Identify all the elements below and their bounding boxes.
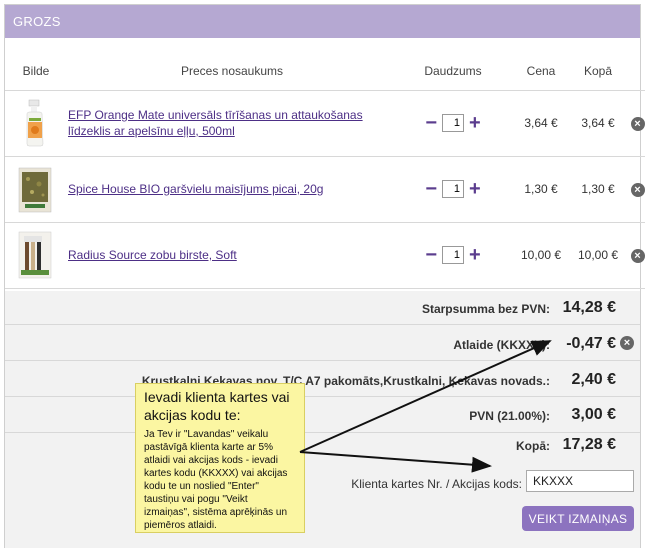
cleaning-spray-bottle-image[interactable] <box>17 98 53 148</box>
vat-row: PVN (21.00%): 3,00 € <box>5 397 640 433</box>
callout-body: Ja Tev ir "Lavandas" veikalu pastāvīgā k… <box>144 429 288 531</box>
column-header-total: Kopā <box>573 53 623 91</box>
column-header-name: Preces nosaukums <box>67 53 397 91</box>
quantity-stepper: − + <box>398 113 508 133</box>
decrease-quantity-button[interactable]: − <box>425 113 437 133</box>
quantity-stepper: − + <box>398 245 508 265</box>
remove-item-icon[interactable]: × <box>630 248 645 263</box>
subtotal-row: Starpsumma bez PVN: 14,28 € <box>5 291 640 325</box>
discount-row: Atlaide (KKXXX): -0,47 € × <box>5 325 640 361</box>
cart-panel: GROZS Bilde Preces nosaukums Daudzums Ce… <box>4 4 645 548</box>
remove-cell: × <box>623 222 645 289</box>
column-header-quantity: Daudzums <box>397 53 509 91</box>
total-label: Kopā: <box>516 439 550 453</box>
apply-changes-button[interactable]: VEIKT IZMAIŅAS <box>522 506 634 531</box>
product-link[interactable]: EFP Orange Mate universāls tīrīšanas un … <box>68 108 363 138</box>
coupon-code-label: Klienta kartes Nr. / Akcijas kods: <box>351 477 522 491</box>
total-value: 17,28 € <box>562 436 616 453</box>
decrease-quantity-button[interactable]: − <box>425 245 437 265</box>
callout-title: Ievadi klienta kartes vai akcijas kodu t… <box>144 389 290 423</box>
product-image-cell <box>5 222 67 289</box>
column-header-image: Bilde <box>5 53 67 91</box>
cart-header: GROZS <box>5 5 640 38</box>
quantity-input[interactable] <box>442 180 464 198</box>
quantity-cell: − + <box>397 156 509 223</box>
toothbrush-pack-image[interactable] <box>17 230 53 280</box>
total-cell: 3,64 € <box>573 90 623 157</box>
remove-cell: × <box>623 156 645 223</box>
discount-label: Atlaide (KKXXX): <box>453 338 550 352</box>
shipping-row: Krustkalni,Ķekavas nov. T/C A7 pakomāts,… <box>5 361 640 397</box>
table-row: Radius Source zobu birste, Soft − + 10,0… <box>5 222 645 289</box>
increase-quantity-button[interactable]: + <box>469 113 481 133</box>
spice-packet-image[interactable] <box>17 164 53 214</box>
product-image-cell <box>5 90 67 157</box>
increase-quantity-button[interactable]: + <box>469 245 481 265</box>
table-row: Spice House BIO garšvielu maisījums pica… <box>5 156 645 223</box>
quantity-input[interactable] <box>442 114 464 132</box>
cart-summary: Starpsumma bez PVN: 14,28 € Atlaide (KKX… <box>5 291 640 548</box>
product-name-cell: Radius Source zobu birste, Soft <box>67 222 397 289</box>
product-name-cell: EFP Orange Mate universāls tīrīšanas un … <box>67 90 397 157</box>
remove-item-icon[interactable]: × <box>630 116 645 131</box>
subtotal-label: Starpsumma bez PVN: <box>421 302 550 316</box>
price-cell: 3,64 € <box>509 90 573 157</box>
price-cell: 10,00 € <box>509 222 573 289</box>
table-row: EFP Orange Mate universāls tīrīšanas un … <box>5 90 645 157</box>
coupon-help-callout: Ievadi klienta kartes vai akcijas kodu t… <box>135 383 305 533</box>
cart-table: Bilde Preces nosaukums Daudzums Cena Kop… <box>5 53 645 289</box>
quantity-cell: − + <box>397 222 509 289</box>
shipping-value: 2,40 € <box>571 371 616 388</box>
table-header-row: Bilde Preces nosaukums Daudzums Cena Kop… <box>5 53 645 91</box>
total-cell: 10,00 € <box>573 222 623 289</box>
remove-item-icon[interactable]: × <box>630 182 645 197</box>
remove-cell: × <box>623 90 645 157</box>
subtotal-value: 14,28 € <box>562 299 616 316</box>
vat-label: PVN (21.00%): <box>469 409 550 423</box>
column-header-price: Cena <box>509 53 573 91</box>
column-header-remove <box>623 53 645 91</box>
total-cell: 1,30 € <box>573 156 623 223</box>
quantity-input[interactable] <box>442 246 464 264</box>
total-row: Kopā: 17,28 € <box>5 433 640 465</box>
increase-quantity-button[interactable]: + <box>469 179 481 199</box>
discount-value: -0,47 € <box>566 335 616 352</box>
decrease-quantity-button[interactable]: − <box>425 179 437 199</box>
product-link[interactable]: Radius Source zobu birste, Soft <box>68 248 237 262</box>
remove-discount-icon[interactable]: × <box>620 336 634 350</box>
quantity-cell: − + <box>397 90 509 157</box>
product-name-cell: Spice House BIO garšvielu maisījums pica… <box>67 156 397 223</box>
vat-value: 3,00 € <box>571 406 616 423</box>
product-image-cell <box>5 156 67 223</box>
quantity-stepper: − + <box>398 179 508 199</box>
product-link[interactable]: Spice House BIO garšvielu maisījums pica… <box>68 182 323 196</box>
price-cell: 1,30 € <box>509 156 573 223</box>
coupon-code-input[interactable] <box>526 470 634 492</box>
